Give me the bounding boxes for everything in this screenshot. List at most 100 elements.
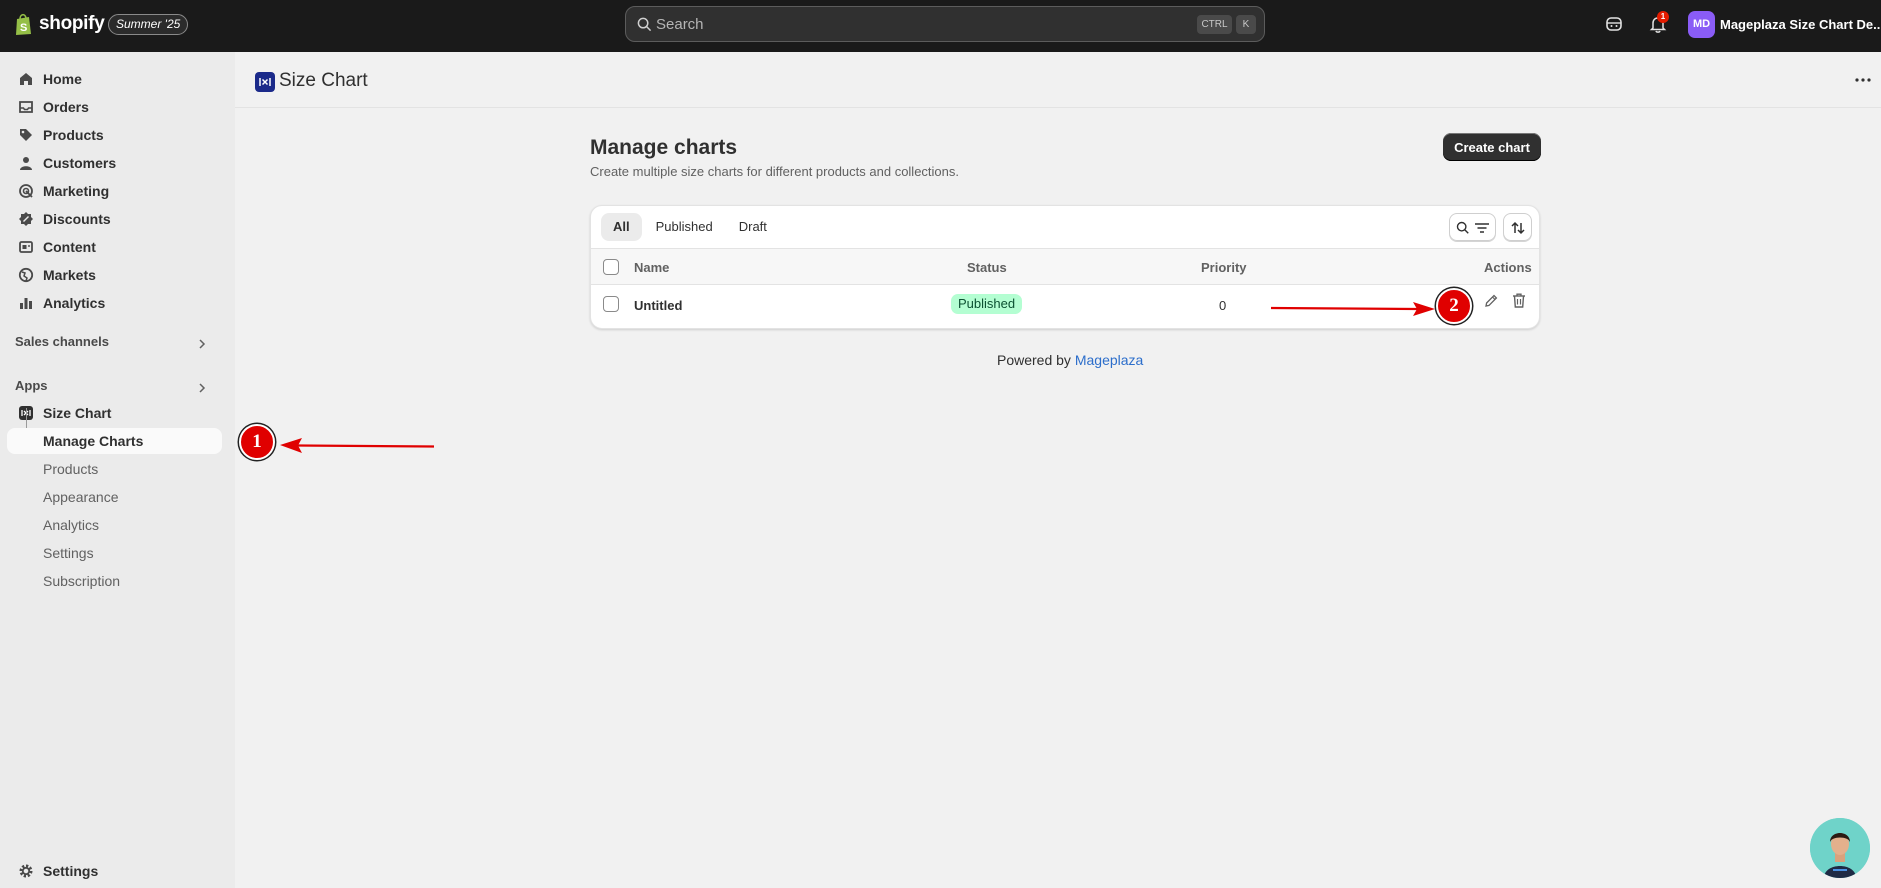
annotation-callout-2: 2 [1436,288,1472,324]
tab-draft[interactable]: Draft [727,213,779,241]
sidekick-icon[interactable] [1604,14,1624,34]
sidebar-item-app-analytics[interactable]: Analytics [7,512,222,538]
annotation-arrow-left [280,438,435,453]
person-icon [20,157,32,170]
edition-badge[interactable]: Summer '25 [108,14,189,35]
sidebar-item-label: Marketing [43,183,110,199]
edit-pencil-icon[interactable] [1483,293,1499,309]
sidebar-item-discounts[interactable]: Discounts [7,206,222,232]
shopify-bag-icon: S [14,12,34,36]
support-chat-avatar[interactable] [1810,818,1870,878]
target-icon [19,184,33,198]
sidebar-item-appearance[interactable]: Appearance [7,484,222,510]
sidebar-item-label: Products [43,127,104,143]
tab-all[interactable]: All [601,213,642,241]
home-icon [20,73,32,85]
more-horizontal-icon[interactable] [1855,78,1871,82]
sidebar-item-label: Analytics [43,517,100,533]
sidebar-item-home[interactable]: Home [7,66,222,92]
sidebar-item-label: Settings [43,863,99,879]
shopify-logo[interactable]: S shopify [14,12,105,36]
sort-button[interactable] [1503,213,1532,241]
powered-by-footer: Powered by Mageplaza [997,352,1143,368]
bar-chart-icon [20,298,32,309]
page-subtitle: Create multiple size charts for differen… [590,164,959,179]
sidebar-item-label: Subscription [43,573,121,589]
search-icon [637,17,652,32]
support-agent-portrait [1810,818,1870,878]
status-badge: Published [951,294,1023,314]
app-title: Size Chart [279,70,368,91]
annotation-callout-1: 1 [239,424,275,460]
sidebar-item-orders[interactable]: Orders [7,94,222,120]
sidebar-item-label: Customers [43,155,117,171]
sales-channels-label[interactable]: Sales channels [15,334,109,349]
shortcut-ctrl-key: CTRL [1197,15,1232,34]
notification-count-badge: 1 [1657,11,1669,23]
sidebar-item-label: Appearance [43,489,119,505]
inbox-icon [19,101,33,113]
create-chart-button[interactable]: Create chart [1443,133,1541,161]
size-chart-logo-icon [255,72,275,92]
sidebar-item-label: Size Chart [43,405,112,421]
sidebar-item-label: Markets [43,267,96,283]
column-header-priority[interactable]: Priority [1201,260,1247,275]
search-filter-button[interactable] [1449,213,1496,241]
chevron-right-icon[interactable] [197,382,207,394]
chart-name[interactable]: Untitled [634,298,682,313]
svg-text:S: S [20,22,27,34]
sidebar-item-subscription[interactable]: Subscription [7,568,222,594]
search-input[interactable] [656,14,1056,34]
sidebar-item-content[interactable]: Content [7,234,222,260]
sidebar-item-label: Discounts [43,211,111,227]
top-bar: S shopify Summer '25 CTRL K 1 MD Magepla… [0,0,1881,52]
filter-tabs: All Published Draft [601,213,781,241]
apps-label[interactable]: Apps [15,378,48,393]
column-header-status[interactable]: Status [967,260,1007,275]
store-avatar[interactable]: MD [1688,11,1715,38]
page-title: Manage charts [590,136,738,159]
sidebar-item-products[interactable]: Products [7,122,222,148]
globe-icon [18,267,34,283]
sidebar-item-markets[interactable]: Markets [7,262,222,288]
annotation-arrow-right [1270,302,1435,316]
sort-arrows-icon [1511,221,1525,235]
global-search[interactable]: CTRL K [625,6,1265,42]
sidebar-item-settings[interactable]: Settings [7,858,222,884]
chart-priority: 0 [1219,298,1227,313]
mageplaza-link[interactable]: Mageplaza [1075,352,1144,368]
trash-icon[interactable] [1511,292,1527,309]
powered-by-text: Powered by [997,352,1071,368]
sidebar-item-marketing[interactable]: Marketing [7,178,222,204]
column-header-name[interactable]: Name [634,260,669,275]
sidebar-item-manage-charts[interactable]: Manage Charts [7,428,222,454]
sidebar-item-label: Home [43,71,82,87]
app-page-header: Size Chart [235,52,1881,108]
column-header-actions: Actions [1484,260,1532,275]
filter-icon [1475,223,1489,233]
sidebar-item-analytics[interactable]: Analytics [7,290,222,316]
row-checkbox[interactable] [603,296,619,312]
content-icon [19,241,33,253]
sidebar-item-label: Manage Charts [43,433,144,449]
sidebar-item-app-settings[interactable]: Settings [7,540,222,566]
sidebar-item-label: Content [43,239,96,255]
sidebar-item-label: Products [43,461,99,477]
gear-icon [19,864,33,878]
sidebar-item-label: Orders [43,99,89,115]
table-header: Name Status Priority Actions [591,248,1539,285]
sidebar-item-size-chart-app[interactable]: Size Chart [7,400,222,426]
select-all-checkbox[interactable] [603,259,619,275]
search-icon [1456,221,1469,234]
shortcut-k-key: K [1236,15,1256,34]
sidebar-item-label: Analytics [43,295,106,311]
sidebar-item-label: Settings [43,545,94,561]
sidebar-item-customers[interactable]: Customers [7,150,222,176]
sidebar-item-app-products[interactable]: Products [7,456,222,482]
discount-icon [19,212,33,226]
brand-name: shopify [39,13,105,34]
chevron-right-icon[interactable] [197,338,207,350]
tag-icon [20,129,32,141]
store-name[interactable]: Mageplaza Size Chart De... [1720,17,1880,32]
tab-published[interactable]: Published [644,213,725,241]
